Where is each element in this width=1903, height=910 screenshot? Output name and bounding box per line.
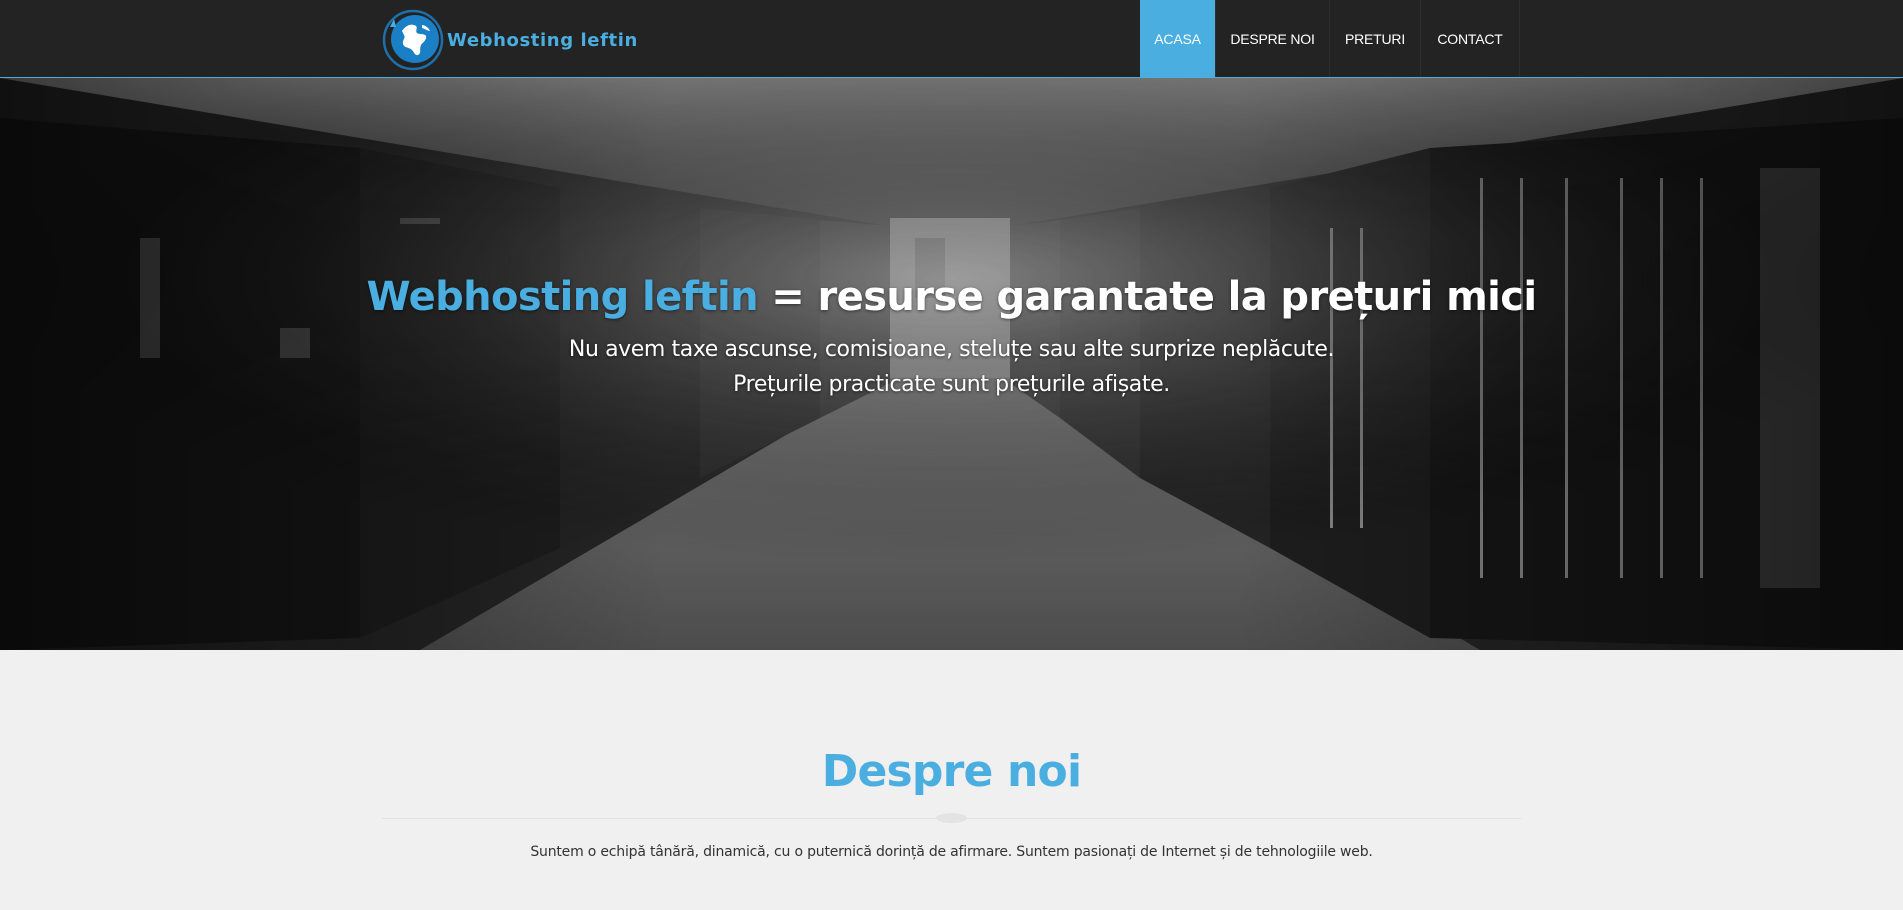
globe-icon — [382, 9, 444, 71]
hero-subtitle-line-1: Nu avem taxe ascunse, comisioane, steluț… — [568, 337, 1335, 362]
hero-content: Webhosting leftin = resurse garantate la… — [0, 78, 1903, 650]
divider-ornament — [936, 813, 967, 823]
about-section: Despre noi Suntem o echipă tânără, dinam… — [0, 650, 1903, 910]
hero-title-rest: resurse garantate la prețuri mici — [817, 274, 1538, 320]
top-navbar: Webhosting leftin ACASA DESPRE NOI PRETU… — [0, 0, 1903, 78]
nav-item-contact[interactable]: CONTACT — [1421, 0, 1520, 77]
nav-item-preturi[interactable]: PRETURI — [1330, 0, 1421, 77]
about-title: Despre noi — [821, 746, 1082, 797]
hero-title: Webhosting leftin = resurse garantate la… — [0, 274, 1903, 320]
nav-item-acasa[interactable]: ACASA — [1140, 0, 1216, 77]
about-text: Suntem o echipă tânără, dinamică, cu o p… — [530, 844, 1373, 860]
hero-section: Webhosting leftin = resurse garantate la… — [0, 78, 1903, 650]
hero-title-brand: Webhosting leftin — [366, 274, 759, 320]
hero-subtitle-line-2: Prețurile practicate sunt prețurile afiș… — [733, 372, 1170, 397]
nav-item-despre-noi[interactable]: DESPRE NOI — [1216, 0, 1330, 77]
brand-logo-link[interactable]: Webhosting leftin — [382, 8, 638, 72]
hero-title-separator: = — [757, 274, 818, 320]
brand-name: Webhosting leftin — [447, 29, 638, 51]
main-nav: ACASA DESPRE NOI PRETURI CONTACT — [1140, 0, 1520, 77]
